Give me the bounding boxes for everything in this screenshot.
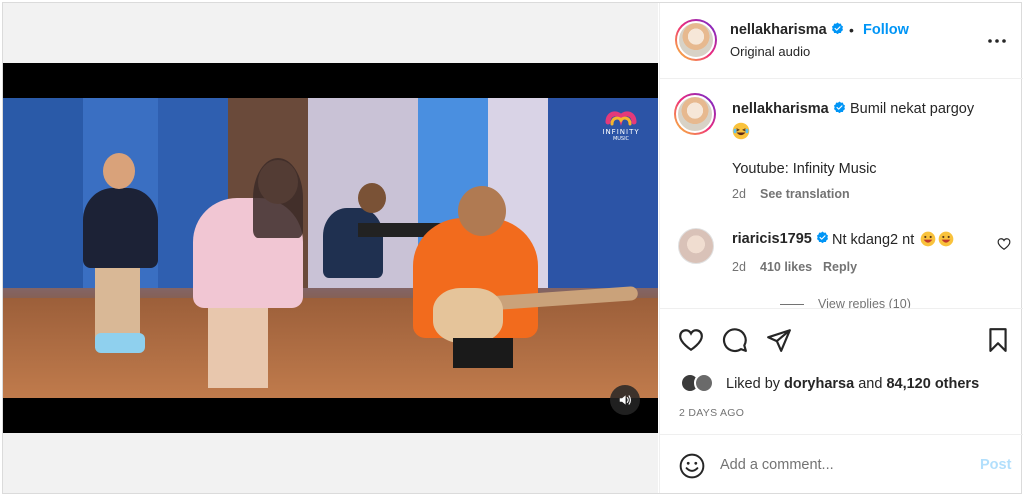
avatar[interactable] <box>675 19 717 61</box>
emoji-picker-icon[interactable] <box>679 453 705 479</box>
see-translation-link[interactable]: See translation <box>760 187 850 201</box>
logo-subtext: MUSIC <box>612 136 630 142</box>
view-replies-button[interactable]: View replies (10) <box>780 297 911 308</box>
speaker-icon <box>619 395 631 405</box>
dot-separator: • <box>849 22 854 38</box>
post-details: nellakharisma • Follow Original audio ne… <box>659 3 1023 493</box>
comment-bubble-icon[interactable] <box>722 327 748 353</box>
follow-button[interactable]: Follow <box>863 22 909 38</box>
add-comment-input[interactable] <box>720 453 970 477</box>
media-pane: INFINITY MUSIC <box>3 3 658 493</box>
comment-text: Nt kdang2 nt <box>832 231 954 248</box>
verified-badge-icon <box>816 231 828 244</box>
share-send-icon[interactable] <box>766 327 792 353</box>
comment-bar: Post <box>660 434 1023 493</box>
caption-username[interactable]: nellakharisma <box>732 101 846 117</box>
post-date[interactable]: 2 DAYS AGO <box>679 407 744 419</box>
action-bar: Liked by doryharsa and 84,120 others 2 D… <box>660 308 1023 433</box>
verified-badge-icon <box>833 101 845 114</box>
grinning-emoji-icon <box>920 231 936 247</box>
audio-label[interactable]: Original audio <box>730 44 810 59</box>
mute-button[interactable] <box>610 385 640 415</box>
liked-by-text: Liked by doryharsa and 84,120 others <box>726 376 980 392</box>
infinity-music-logo: INFINITY MUSIC <box>596 108 646 142</box>
post-header: nellakharisma • Follow Original audio <box>660 3 1023 79</box>
caption-text: Bumil nekat pargoy <box>850 101 975 117</box>
header-username[interactable]: nellakharisma <box>730 22 844 38</box>
post-comment-button[interactable]: Post <box>980 457 1011 473</box>
reply-button[interactable]: Reply <box>823 260 857 274</box>
bookmark-icon[interactable] <box>985 327 1011 353</box>
liked-by-user-link[interactable]: doryharsa <box>784 376 854 392</box>
comment-likes[interactable]: 410 likes <box>760 260 812 274</box>
post-dialog: INFINITY MUSIC nellakharisma • Follow Or… <box>2 2 1023 494</box>
infinity-logo-icon <box>605 111 637 126</box>
grinning-emoji-icon <box>938 231 954 247</box>
like-heart-icon[interactable] <box>678 327 704 353</box>
liked-by-avatars[interactable] <box>680 373 720 395</box>
comment-username[interactable]: riaricis1795 <box>732 231 829 247</box>
caption-avatar[interactable] <box>674 93 716 135</box>
video-player[interactable]: INFINITY MUSIC <box>3 63 658 433</box>
liked-others-link[interactable]: 84,120 others <box>886 376 979 392</box>
caption-line-2: Youtube: Infinity Music <box>732 161 877 177</box>
more-horizontal-icon[interactable] <box>985 29 1009 53</box>
laughing-emoji-icon <box>732 122 750 140</box>
verified-badge-icon <box>831 22 843 35</box>
comment-avatar[interactable] <box>678 228 714 264</box>
logo-text: INFINITY <box>602 128 640 136</box>
heart-outline-icon[interactable] <box>997 237 1011 251</box>
comment-age[interactable]: 2d <box>732 260 746 274</box>
comments-scroll[interactable]: nellakharisma Bumil nekat pargoy Youtube… <box>660 80 1023 308</box>
caption-age[interactable]: 2d <box>732 187 746 201</box>
video-frame: INFINITY MUSIC <box>3 98 658 398</box>
